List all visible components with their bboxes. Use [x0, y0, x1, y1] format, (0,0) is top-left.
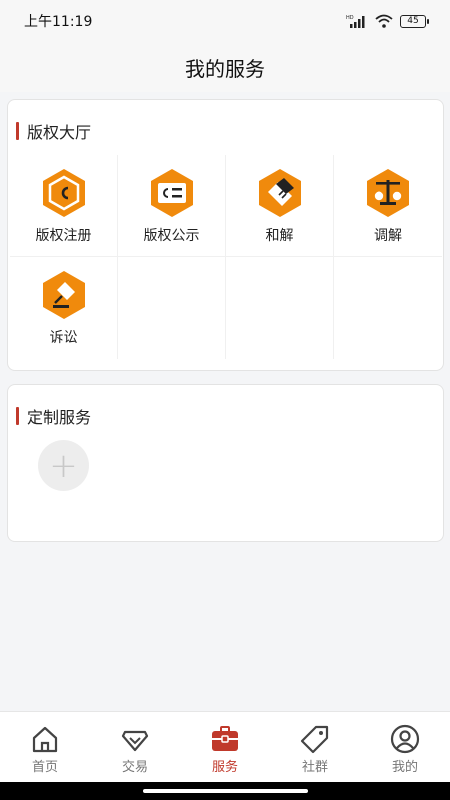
system-navigation-bar: [0, 782, 450, 800]
plus-icon: +: [49, 445, 78, 486]
tab-label: 我的: [391, 760, 418, 775]
user-icon: [390, 724, 420, 754]
copyright-hall-card: 版权大厅 版权注册 版权公示 和解 调解 诉讼: [7, 99, 444, 371]
battery-level: 45: [407, 15, 419, 26]
service-grid: 版权注册 版权公示 和解 调解 诉讼: [10, 155, 442, 359]
service-label: 调解: [374, 228, 402, 244]
tab-trade[interactable]: 交易: [90, 712, 180, 782]
section-title: 版权大厅: [16, 121, 92, 142]
add-service-button[interactable]: +: [38, 440, 89, 491]
empty-grid-cell: [118, 257, 226, 359]
tab-mine[interactable]: 我的: [360, 712, 450, 782]
service-label: 诉讼: [49, 330, 78, 346]
service-settlement[interactable]: 和解: [226, 155, 334, 257]
tab-label: 服务: [211, 760, 238, 775]
page-title: 我的服务: [185, 56, 265, 81]
tab-community[interactable]: 社群: [270, 712, 360, 782]
toolbox-icon: [212, 726, 238, 751]
service-label: 和解: [265, 228, 294, 244]
service-copyright-register[interactable]: 版权注册: [10, 155, 118, 257]
tab-label: 社群: [301, 760, 328, 775]
tab-label: 交易: [121, 760, 148, 775]
empty-grid-cell: [334, 257, 442, 359]
status-bar: 上午11:19 HD 45: [0, 0, 450, 42]
wifi-icon: [375, 14, 393, 28]
tab-service[interactable]: 服务: [180, 712, 270, 782]
copyright-publicity-icon: [150, 169, 193, 217]
home-icon: [32, 726, 58, 753]
service-label: 版权注册: [35, 228, 92, 244]
section-title-text: 版权大厅: [27, 123, 92, 142]
page-header: 我的服务: [0, 42, 450, 92]
service-copyright-publicity[interactable]: 版权公示: [118, 155, 226, 257]
signal-icon: HD: [346, 15, 365, 28]
svg-text:HD: HD: [346, 15, 354, 21]
section-accent-bar: [16, 407, 19, 425]
custom-services-card: 定制服务 +: [7, 384, 444, 542]
home-indicator[interactable]: [143, 789, 308, 793]
tag-icon: [300, 725, 329, 754]
scales-icon: [367, 169, 409, 217]
copyright-register-icon: [42, 169, 85, 217]
battery-icon: 45: [400, 14, 429, 28]
service-mediation[interactable]: 调解: [334, 155, 442, 257]
section-accent-bar: [16, 122, 19, 140]
status-icons: HD 45: [346, 14, 429, 28]
tab-label: 首页: [31, 760, 58, 775]
handshake-icon: [258, 169, 301, 217]
diamond-icon: [121, 730, 149, 752]
section-title: 定制服务: [16, 406, 92, 427]
empty-grid-cell: [226, 257, 334, 359]
section-title-text: 定制服务: [27, 408, 92, 427]
gavel-icon: [42, 271, 85, 319]
bottom-tab-bar: 首页 交易 服务 社群 我的: [0, 711, 450, 782]
service-litigation[interactable]: 诉讼: [10, 257, 118, 359]
status-time: 上午11:19: [24, 14, 93, 30]
service-label: 版权公示: [143, 228, 200, 244]
tab-home[interactable]: 首页: [0, 712, 90, 782]
